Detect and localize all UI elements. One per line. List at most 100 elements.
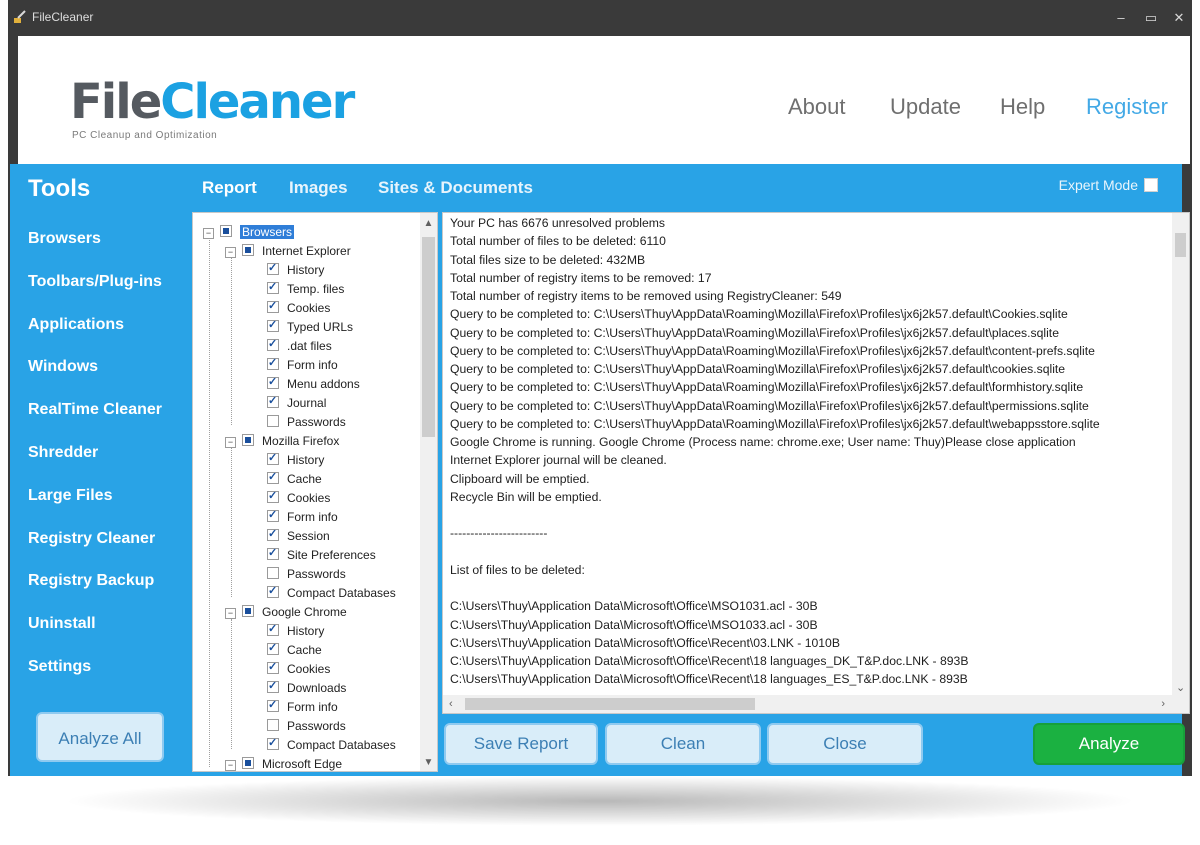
analyze-button[interactable]: Analyze	[1033, 723, 1185, 765]
tree-item[interactable]: Temp. files	[267, 278, 344, 298]
scroll-down-icon[interactable]: ▼	[420, 754, 437, 771]
tree-item[interactable]: Cache	[267, 468, 322, 488]
title-bar[interactable]: FileCleaner – ▭ ✕	[8, 0, 1192, 36]
tab-report[interactable]: Report	[202, 178, 257, 198]
expert-mode-checkbox[interactable]	[1144, 178, 1158, 192]
sidebar-item-realtime-cleaner[interactable]: RealTime Cleaner	[28, 401, 162, 419]
sidebar-item-uninstall[interactable]: Uninstall	[28, 615, 96, 633]
tree-checkbox[interactable]	[267, 525, 279, 543]
sidebar-item-registry-cleaner[interactable]: Registry Cleaner	[28, 530, 155, 548]
report-vertical-scrollbar[interactable]: ⌄	[1172, 213, 1189, 695]
tree-checkbox[interactable]	[267, 639, 279, 657]
tree-checkbox[interactable]	[267, 468, 279, 486]
tab-sites-documents[interactable]: Sites & Documents	[378, 178, 533, 198]
sidebar-item-large-files[interactable]: Large Files	[28, 487, 112, 505]
tree-item[interactable]: Form info	[267, 696, 338, 716]
tree-item[interactable]: Form info	[267, 506, 338, 526]
tree-checkbox[interactable]	[267, 487, 279, 505]
collapse-icon[interactable]: −	[225, 247, 236, 258]
sidebar-item-shredder[interactable]: Shredder	[28, 444, 98, 462]
collapse-icon[interactable]: −	[225, 437, 236, 448]
sidebar-item-toolbars-plugins[interactable]: Toolbars/Plug-ins	[28, 273, 162, 291]
report-textbox[interactable]: Your PC has 6676 unresolved problems Tota…	[442, 212, 1190, 714]
tree-item[interactable]: .dat files	[267, 335, 332, 355]
tree-checkbox[interactable]	[267, 415, 279, 427]
tree-checkbox[interactable]	[267, 506, 279, 524]
collapse-icon[interactable]: −	[225, 760, 236, 771]
tree-checkbox[interactable]	[267, 278, 279, 296]
tree-checkbox[interactable]	[267, 335, 279, 353]
tree-item[interactable]: Cookies	[267, 487, 330, 507]
nav-update[interactable]: Update	[890, 94, 961, 120]
tree-item[interactable]: Passwords	[267, 413, 346, 431]
tab-images[interactable]: Images	[289, 178, 348, 198]
tree-checkbox[interactable]	[267, 316, 279, 334]
tree-item[interactable]: Journal	[267, 392, 326, 412]
tree-checkbox[interactable]	[267, 544, 279, 562]
tree-checkbox[interactable]	[220, 225, 232, 237]
tree-node-mozilla-firefox[interactable]: − Mozilla Firefox	[225, 432, 339, 450]
tree-item[interactable]: Session	[267, 525, 330, 545]
tree-checkbox[interactable]	[267, 567, 279, 579]
sidebar-item-applications[interactable]: Applications	[28, 316, 124, 334]
tree-item[interactable]: Compact Databases	[267, 734, 396, 754]
tree-checkbox[interactable]	[242, 434, 254, 446]
scroll-left-icon[interactable]: ‹	[449, 695, 453, 713]
tree-node-microsoft-edge[interactable]: − Microsoft Edge	[225, 755, 342, 771]
tree-node-internet-explorer[interactable]: − Internet Explorer	[225, 242, 351, 260]
tree-item[interactable]: Site Preferences	[267, 544, 376, 564]
tree-checkbox[interactable]	[267, 719, 279, 731]
tree-item[interactable]: History	[267, 620, 324, 640]
sidebar-item-settings[interactable]: Settings	[28, 658, 91, 676]
clean-button[interactable]: Clean	[605, 723, 761, 765]
tree-checkbox[interactable]	[267, 620, 279, 638]
tree-checkbox[interactable]	[242, 244, 254, 256]
minimize-button[interactable]: –	[1108, 6, 1134, 30]
tree-item[interactable]: Cache	[267, 639, 322, 659]
tree-item[interactable]: Downloads	[267, 677, 346, 697]
tree-checkbox[interactable]	[267, 354, 279, 372]
scroll-thumb[interactable]	[465, 698, 755, 710]
scroll-thumb[interactable]	[422, 237, 435, 437]
nav-register[interactable]: Register	[1086, 94, 1168, 120]
maximize-button[interactable]: ▭	[1138, 6, 1164, 30]
nav-about[interactable]: About	[788, 94, 846, 120]
tree-checkbox[interactable]	[267, 297, 279, 315]
tree-item[interactable]: Cookies	[267, 297, 330, 317]
tree-checkbox[interactable]	[267, 449, 279, 467]
tree-item[interactable]: Form info	[267, 354, 338, 374]
tree-checkbox[interactable]	[267, 677, 279, 695]
analyze-all-button[interactable]: Analyze All	[36, 712, 164, 762]
collapse-icon[interactable]: −	[203, 228, 214, 239]
cleanup-tree[interactable]: −Browsers −Internet Explorer History Tem…	[192, 212, 438, 772]
report-horizontal-scrollbar[interactable]: ‹ ›	[443, 695, 1189, 713]
tree-item[interactable]: Typed URLs	[267, 316, 353, 336]
scroll-up-icon[interactable]: ▲	[420, 215, 437, 232]
tree-item[interactable]: Menu addons	[267, 373, 360, 393]
close-button[interactable]: Close	[767, 723, 923, 765]
tree-checkbox[interactable]	[267, 658, 279, 676]
collapse-icon[interactable]: −	[225, 608, 236, 619]
tree-item[interactable]: History	[267, 449, 324, 469]
sidebar-item-browsers[interactable]: Browsers	[28, 230, 101, 248]
sidebar-item-windows[interactable]: Windows	[28, 358, 98, 376]
tree-scrollbar[interactable]: ▲ ▼	[420, 213, 437, 771]
tree-checkbox[interactable]	[267, 373, 279, 391]
scroll-thumb[interactable]	[1175, 233, 1186, 257]
tree-item[interactable]: Compact Databases	[267, 582, 396, 602]
tree-node-browsers[interactable]: − Browsers	[203, 223, 295, 241]
tree-item[interactable]: Cookies	[267, 658, 330, 678]
tree-checkbox[interactable]	[267, 392, 279, 410]
expert-mode-toggle[interactable]: Expert Mode	[1059, 177, 1158, 193]
sidebar-item-registry-backup[interactable]: Registry Backup	[28, 572, 154, 590]
tree-item[interactable]: Passwords	[267, 565, 346, 583]
nav-help[interactable]: Help	[1000, 94, 1045, 120]
scroll-right-icon[interactable]: ›	[1161, 695, 1165, 713]
tree-checkbox[interactable]	[242, 605, 254, 617]
tree-checkbox[interactable]	[242, 757, 254, 769]
tree-item[interactable]: History	[267, 259, 324, 279]
tree-checkbox[interactable]	[267, 696, 279, 714]
close-window-button[interactable]: ✕	[1166, 6, 1192, 30]
tree-checkbox[interactable]	[267, 734, 279, 752]
tree-node-google-chrome[interactable]: − Google Chrome	[225, 603, 347, 621]
